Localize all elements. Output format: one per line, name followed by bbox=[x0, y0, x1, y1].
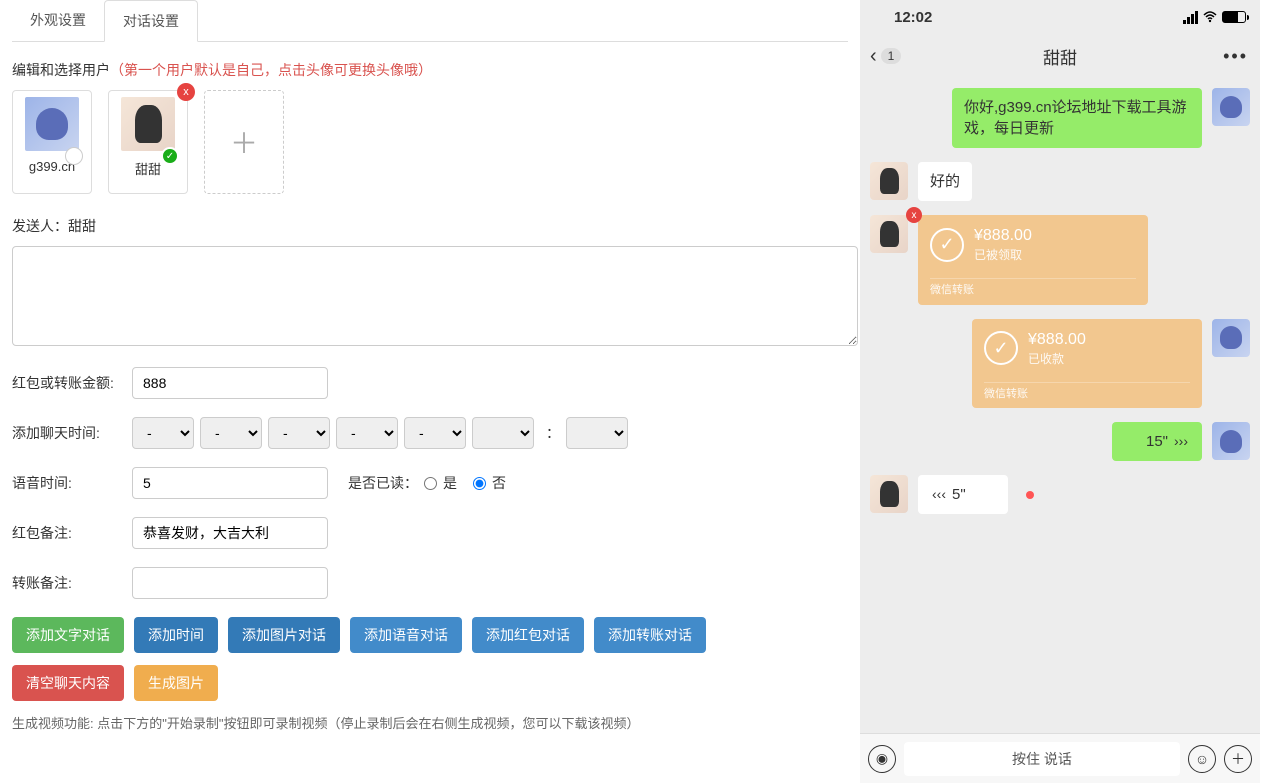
voice-duration: 15" bbox=[1146, 431, 1168, 452]
check-icon: ✓ bbox=[930, 228, 964, 262]
add-user-button[interactable]: ＋ bbox=[204, 90, 284, 194]
chat-message[interactable]: ✓ ¥888.00已收款微信转账 bbox=[870, 319, 1250, 409]
hold-to-talk-button[interactable]: 按住 说话 bbox=[904, 742, 1180, 776]
chat-message[interactable]: 好的 bbox=[870, 162, 1250, 201]
text-bubble: 你好,g399.cn论坛地址下载工具游戏，每日更新 bbox=[952, 88, 1202, 148]
user-item-self[interactable]: g399.cn bbox=[12, 90, 92, 194]
generate-image-button[interactable]: 生成图片 bbox=[134, 665, 218, 701]
chat-title: 甜甜 bbox=[860, 44, 1260, 69]
user-list: g399.cn x ✓ 甜甜 ＋ bbox=[12, 90, 848, 194]
check-icon: ✓ bbox=[984, 331, 1018, 365]
add-transfer-button[interactable]: 添加转账对话 bbox=[594, 617, 706, 653]
time-day-select[interactable]: - bbox=[268, 417, 330, 449]
chat-message[interactable]: 你好,g399.cn论坛地址下载工具游戏，每日更新 bbox=[870, 88, 1250, 148]
transfer-note-label: 转账备注: bbox=[12, 573, 132, 593]
chat-message[interactable]: 15" ››› bbox=[870, 422, 1250, 461]
transfer-bubble[interactable]: ✓ ¥888.00已收款微信转账 bbox=[972, 319, 1202, 409]
time-label: 添加聊天时间: bbox=[12, 423, 132, 443]
sender-row: 发送人：甜甜 bbox=[12, 216, 848, 236]
text-bubble: 好的 bbox=[918, 162, 972, 201]
read-no-label: 否 bbox=[492, 473, 506, 493]
time-extra-select[interactable] bbox=[566, 417, 628, 449]
message-avatar bbox=[1212, 319, 1250, 357]
user-select-indicator bbox=[65, 147, 83, 165]
sound-wave-icon: ‹‹‹ bbox=[932, 485, 946, 505]
chat-nav-bar: ‹ 1 甜甜 ••• bbox=[860, 34, 1260, 78]
transfer-status: 已收款 bbox=[1028, 351, 1086, 368]
time-hour-select[interactable]: - bbox=[336, 417, 398, 449]
time-min-select[interactable]: - bbox=[404, 417, 466, 449]
phone-preview: 12:02 ‹ 1 甜甜 ••• 你好,g399.cn论坛地址下载工具游戏，每日… bbox=[860, 0, 1260, 783]
video-footnote: 生成视频功能: 点击下方的"开始录制"按钮即可录制视频（停止录制后会在右侧生成视… bbox=[12, 713, 848, 732]
read-no-radio[interactable] bbox=[473, 477, 486, 490]
user-selected-icon: ✓ bbox=[161, 147, 179, 165]
transfer-footer: 微信转账 bbox=[984, 382, 1190, 402]
voice-duration: 5" bbox=[952, 484, 966, 505]
user-section-hint: （第一个用户默认是自己，点击头像可更换头像哦） bbox=[110, 62, 432, 78]
message-avatar bbox=[870, 162, 908, 200]
plus-icon[interactable]: ＋ bbox=[1224, 745, 1252, 773]
read-yes-label: 是 bbox=[443, 473, 457, 493]
time-year-select[interactable]: - bbox=[132, 417, 194, 449]
transfer-bubble[interactable]: ✓ ¥888.00已被领取微信转账 bbox=[918, 215, 1148, 305]
time-sec-select[interactable] bbox=[472, 417, 534, 449]
user-avatar[interactable] bbox=[25, 97, 79, 151]
tab-dialog[interactable]: 对话设置 bbox=[104, 0, 198, 42]
transfer-status: 已被领取 bbox=[974, 247, 1032, 264]
add-time-button[interactable]: 添加时间 bbox=[134, 617, 218, 653]
message-avatar bbox=[870, 215, 908, 253]
message-avatar bbox=[1212, 422, 1250, 460]
chat-message[interactable]: ‹‹‹ 5" bbox=[870, 475, 1250, 514]
transfer-amount: ¥888.00 bbox=[1028, 329, 1086, 351]
message-avatar bbox=[870, 475, 908, 513]
transfer-footer: 微信转账 bbox=[930, 278, 1136, 298]
emoji-icon[interactable]: ☺ bbox=[1188, 745, 1216, 773]
add-image-button[interactable]: 添加图片对话 bbox=[228, 617, 340, 653]
tab-appearance[interactable]: 外观设置 bbox=[12, 0, 104, 41]
unread-dot-icon bbox=[1026, 491, 1034, 499]
clear-chat-button[interactable]: 清空聊天内容 bbox=[12, 665, 124, 701]
amount-input[interactable] bbox=[132, 367, 328, 399]
message-avatar bbox=[1212, 88, 1250, 126]
chat-body[interactable]: 你好,g399.cn论坛地址下载工具游戏，每日更新好的x✓¥888.00已被领取… bbox=[860, 78, 1260, 733]
settings-tabs: 外观设置 对话设置 bbox=[12, 0, 848, 42]
time-colon: ： bbox=[546, 423, 560, 443]
add-redpack-button[interactable]: 添加红包对话 bbox=[472, 617, 584, 653]
read-yes-radio[interactable] bbox=[424, 477, 437, 490]
voice-toggle-icon[interactable]: ◉ bbox=[868, 745, 896, 773]
sender-name: 甜甜 bbox=[68, 218, 96, 234]
user-avatar[interactable] bbox=[121, 97, 175, 151]
status-bar: 12:02 bbox=[860, 0, 1260, 34]
add-text-button[interactable]: 添加文字对话 bbox=[12, 617, 124, 653]
user-section-title: 编辑和选择用户（第一个用户默认是自己，点击头像可更换头像哦） bbox=[12, 60, 848, 80]
sender-label: 发送人： bbox=[12, 218, 68, 234]
message-textarea[interactable] bbox=[12, 246, 858, 346]
read-label: 是否已读： bbox=[348, 473, 418, 493]
user-section-prefix: 编辑和选择用户 bbox=[12, 62, 110, 78]
chat-input-bar: ◉ 按住 说话 ☺ ＋ bbox=[860, 733, 1260, 783]
delete-user-icon[interactable]: x bbox=[177, 83, 195, 101]
voice-time-label: 语音时间: bbox=[12, 473, 132, 493]
sound-wave-icon: ››› bbox=[1174, 432, 1188, 452]
user-item-other[interactable]: x ✓ 甜甜 bbox=[108, 90, 188, 194]
add-voice-button[interactable]: 添加语音对话 bbox=[350, 617, 462, 653]
voice-time-input[interactable] bbox=[132, 467, 328, 499]
transfer-note-input[interactable] bbox=[132, 567, 328, 599]
time-month-select[interactable]: - bbox=[200, 417, 262, 449]
voice-bubble[interactable]: 15" ››› bbox=[1112, 422, 1202, 461]
redpack-note-input[interactable] bbox=[132, 517, 328, 549]
transfer-amount: ¥888.00 bbox=[974, 225, 1032, 247]
delete-message-icon[interactable]: x bbox=[906, 207, 922, 223]
voice-bubble[interactable]: ‹‹‹ 5" bbox=[918, 475, 1008, 514]
wifi-icon bbox=[1202, 11, 1218, 23]
battery-icon bbox=[1222, 11, 1246, 23]
more-icon[interactable]: ••• bbox=[1223, 46, 1248, 67]
signal-icon bbox=[1183, 11, 1198, 24]
status-time: 12:02 bbox=[894, 9, 932, 26]
amount-label: 红包或转账金额: bbox=[12, 373, 132, 393]
chat-message[interactable]: x✓¥888.00已被领取微信转账 bbox=[870, 215, 1250, 305]
redpack-note-label: 红包备注: bbox=[12, 523, 132, 543]
